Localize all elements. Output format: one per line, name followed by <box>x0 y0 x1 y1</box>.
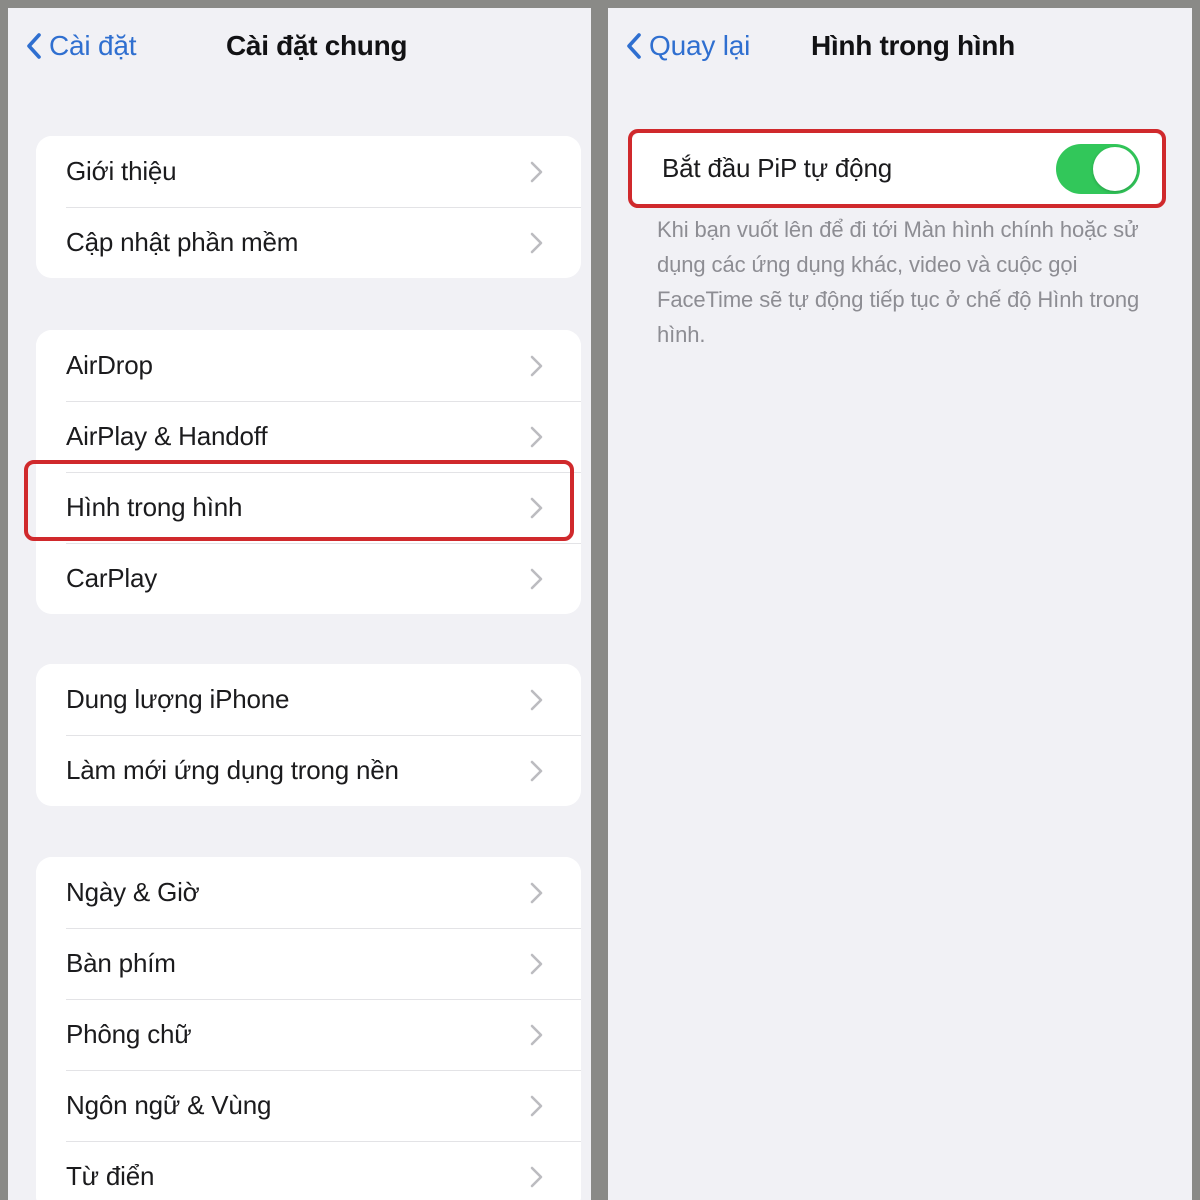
settings-group-connectivity: AirDrop AirPlay & Handoff Hình trong hìn… <box>36 330 581 614</box>
footer-description: Khi bạn vuốt lên để đi tới Màn hình chín… <box>657 217 1140 347</box>
chevron-right-icon <box>530 161 543 182</box>
list-item-tu-dien[interactable]: Từ điển <box>36 1141 581 1200</box>
list-item-cap-nhat-phan-mem[interactable]: Cập nhật phần mềm <box>36 207 581 278</box>
list-item-carplay[interactable]: CarPlay <box>36 543 581 614</box>
screenshot-root: Cài đặt Cài đặt chung Giới thiệu Cập nhậ… <box>0 0 1200 1200</box>
list-item-gioi-thieu[interactable]: Giới thiệu <box>36 136 581 207</box>
chevron-right-icon <box>530 355 543 376</box>
settings-group-storage: Dung lượng iPhone Làm mới ứng dụng trong… <box>36 664 581 806</box>
list-item-label: Dung lượng iPhone <box>66 684 290 714</box>
toggle-knob <box>1093 146 1137 191</box>
list-item-airplay-handoff[interactable]: AirPlay & Handoff <box>36 401 581 472</box>
chevron-right-icon <box>530 953 543 974</box>
settings-group-localization: Ngày & Giờ Bàn phím Phông chữ Ngôn ngữ &… <box>36 857 581 1200</box>
back-button-label: Quay lại <box>649 30 751 61</box>
list-item-label: AirPlay & Handoff <box>66 421 268 451</box>
left-navbar: Cài đặt Cài đặt chung <box>8 8 591 100</box>
list-item-label: Từ điển <box>66 1161 155 1191</box>
list-item-label: Phông chữ <box>66 1019 192 1049</box>
list-item-label: CarPlay <box>66 563 158 593</box>
list-item-dung-luong-iphone[interactable]: Dung lượng iPhone <box>36 664 581 735</box>
chevron-right-icon <box>530 426 543 447</box>
chevron-right-icon <box>530 497 543 518</box>
list-item-label: Làm mới ứng dụng trong nền <box>66 755 399 785</box>
list-item-label: Giới thiệu <box>66 156 177 186</box>
back-button-settings[interactable]: Cài đặt <box>26 30 137 62</box>
page-title-right: Hình trong hình <box>811 30 1015 61</box>
settings-group-about: Giới thiệu Cập nhật phần mềm <box>36 136 581 278</box>
list-item-label: Cập nhật phần mềm <box>66 227 299 257</box>
list-item-ban-phim[interactable]: Bàn phím <box>36 928 581 999</box>
chevron-right-icon <box>530 1166 543 1187</box>
page-title-left: Cài đặt chung <box>226 30 408 61</box>
list-item-label: Ngày & Giờ <box>66 877 200 907</box>
right-navbar: Quay lại Hình trong hình <box>608 8 1192 100</box>
list-item-hinh-trong-hinh[interactable]: Hình trong hình <box>36 472 581 543</box>
chevron-right-icon <box>530 232 543 253</box>
list-item-label: AirDrop <box>66 350 153 380</box>
list-item-airdrop[interactable]: AirDrop <box>36 330 581 401</box>
list-item-lam-moi-ung-dung-trong-nen[interactable]: Làm mới ứng dụng trong nền <box>36 735 581 806</box>
chevron-right-icon <box>530 1024 543 1045</box>
list-item-label: Bàn phím <box>66 948 176 978</box>
list-item-ngon-ngu-vung[interactable]: Ngôn ngữ & Vùng <box>36 1070 581 1141</box>
list-item-label: Ngôn ngữ & Vùng <box>66 1090 272 1120</box>
chevron-right-icon <box>530 882 543 903</box>
chevron-right-icon <box>530 689 543 710</box>
back-button-quay-lai[interactable]: Quay lại <box>626 30 750 62</box>
toggle-row-label: Bắt đầu PiP tự động <box>662 153 892 183</box>
chevron-left-icon <box>27 33 41 59</box>
list-item-ngay-gio[interactable]: Ngày & Giờ <box>36 857 581 928</box>
list-item-phong-chu[interactable]: Phông chữ <box>36 999 581 1070</box>
list-item-label: Hình trong hình <box>66 492 243 522</box>
chevron-right-icon <box>530 1095 543 1116</box>
row-bat-dau-pip-tu-dong[interactable]: Bắt đầu PiP tự động <box>632 133 1162 204</box>
chevron-left-icon <box>627 33 641 59</box>
chevron-right-icon <box>530 568 543 589</box>
auto-pip-toggle[interactable] <box>1056 143 1140 194</box>
panel-general-settings: Cài đặt Cài đặt chung Giới thiệu Cập nhậ… <box>8 8 591 1200</box>
chevron-right-icon <box>530 760 543 781</box>
back-button-label: Cài đặt <box>49 30 137 61</box>
